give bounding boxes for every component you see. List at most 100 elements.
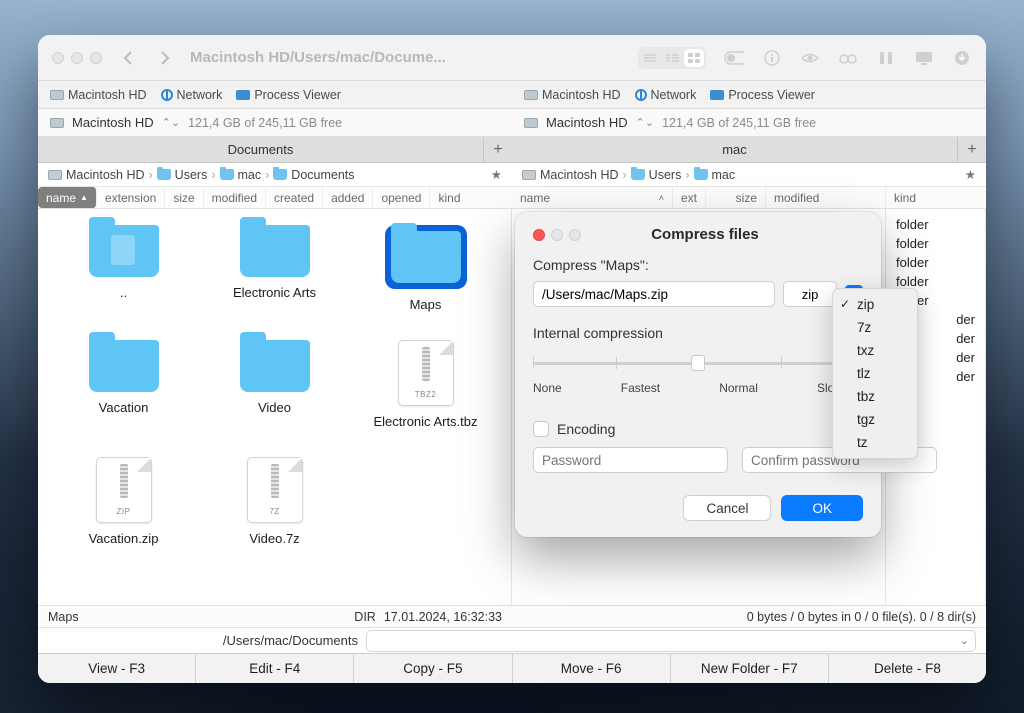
forward-button[interactable] — [152, 45, 178, 71]
right-pane[interactable]: folderfolderfolder folderfolder der der … — [512, 209, 986, 605]
dialog-title: Compress files — [547, 226, 863, 243]
toggle-icon[interactable] — [724, 49, 744, 67]
tab-mac[interactable]: mac — [512, 137, 958, 162]
menu-item-txz[interactable]: txz — [833, 339, 917, 362]
free-space: 121,4 GB of 245,11 GB free — [188, 116, 342, 130]
breadcrumb-left[interactable]: Macintosh HD› Users› mac› Documents ★ — [38, 163, 512, 186]
col-kind[interactable]: kind — [430, 187, 468, 208]
col-ext[interactable]: ext — [673, 187, 706, 208]
new-tab-button[interactable]: + — [484, 137, 512, 162]
current-path: /Users/mac/Documents — [48, 633, 358, 648]
col-name[interactable]: name˄ — [512, 187, 673, 208]
col-opened[interactable]: opened — [373, 187, 430, 208]
chevron-updown-icon[interactable]: ⌃⌄ — [162, 116, 180, 129]
minimize-window[interactable] — [71, 52, 83, 64]
close-window[interactable] — [52, 52, 64, 64]
menu-item-tlz[interactable]: tlz — [833, 362, 917, 385]
volume-bar: Macintosh HD ⌃⌄ 121,4 GB of 245,11 GB fr… — [38, 109, 986, 137]
new-tab-button[interactable]: + — [958, 137, 986, 162]
fav-macintosh-hd[interactable]: Macintosh HD — [524, 88, 621, 102]
chevron-updown-icon[interactable]: ⌃⌄ — [636, 116, 654, 129]
folder-icon — [240, 225, 310, 277]
slider-thumb[interactable] — [691, 355, 705, 371]
drive-icon — [524, 90, 538, 100]
menu-item-tz[interactable]: tz — [833, 431, 917, 454]
star-icon[interactable]: ★ — [965, 167, 976, 182]
back-button[interactable] — [114, 45, 140, 71]
ok-button[interactable]: OK — [781, 495, 863, 521]
col-size[interactable]: size — [706, 187, 766, 208]
archive-icon: 7Z — [247, 457, 303, 523]
monitor-icon — [236, 90, 250, 100]
breadcrumb-right[interactable]: Macintosh HD› Users› mac ★ — [512, 163, 986, 186]
item-vacation[interactable]: Vacation — [48, 340, 199, 429]
col-added[interactable]: added — [323, 187, 373, 208]
free-space: 121,4 GB of 245,11 GB free — [662, 116, 816, 130]
binoculars-icon[interactable] — [838, 49, 858, 67]
fav-network[interactable]: Network — [161, 88, 223, 102]
columns-icon[interactable] — [876, 49, 896, 67]
drive-icon — [50, 90, 64, 100]
panes: .. Electronic Arts Maps Vacation Video T… — [38, 209, 986, 605]
tab-bar: Documents + mac + — [38, 137, 986, 163]
fav-macintosh-hd[interactable]: Macintosh HD — [50, 88, 147, 102]
star-icon[interactable]: ★ — [491, 167, 502, 182]
column-headers: name▲ extension size modified created ad… — [38, 187, 986, 209]
item-video[interactable]: Video — [199, 340, 350, 429]
item-maps-selected[interactable]: Maps — [350, 225, 501, 312]
col-modified[interactable]: modified — [766, 187, 886, 208]
fav-process-viewer[interactable]: Process Viewer — [710, 88, 815, 102]
fn-new-folder[interactable]: New Folder - F7 — [671, 654, 829, 683]
col-size[interactable]: size — [165, 187, 203, 208]
fn-move[interactable]: Move - F6 — [513, 654, 671, 683]
col-created[interactable]: created — [266, 187, 323, 208]
selection-type: DIR — [354, 610, 376, 624]
drive-icon — [524, 118, 538, 128]
path-combo[interactable]: ⌄ — [366, 630, 976, 652]
view-mode-segment[interactable] — [638, 47, 706, 69]
download-icon[interactable] — [952, 49, 972, 67]
fn-view[interactable]: View - F3 — [38, 654, 196, 683]
volume-name: Macintosh HD — [546, 115, 628, 130]
format-select[interactable]: zip — [783, 281, 837, 307]
zoom-window[interactable] — [90, 52, 102, 64]
item-electronic-arts[interactable]: Electronic Arts — [199, 225, 350, 312]
password-input[interactable] — [533, 447, 728, 473]
network-icon — [635, 89, 647, 101]
left-pane[interactable]: .. Electronic Arts Maps Vacation Video T… — [38, 209, 512, 605]
volume-name: Macintosh HD — [72, 115, 154, 130]
path-bar: /Users/mac/Documents ⌄ — [38, 627, 986, 653]
compression-slider[interactable] — [533, 351, 863, 375]
col-extension[interactable]: extension — [97, 187, 165, 208]
display-icon[interactable] — [914, 49, 934, 67]
fav-network[interactable]: Network — [635, 88, 697, 102]
output-path-input[interactable] — [533, 281, 775, 307]
fn-delete[interactable]: Delete - F8 — [829, 654, 986, 683]
folder-icon — [273, 169, 287, 180]
menu-item-tbz[interactable]: tbz — [833, 385, 917, 408]
folder-icon — [391, 231, 461, 283]
item-vacation-zip[interactable]: ZIPVacation.zip — [48, 457, 199, 546]
close-dialog[interactable] — [533, 229, 545, 241]
encoding-checkbox[interactable] — [533, 421, 549, 437]
cancel-button[interactable]: Cancel — [683, 495, 771, 521]
col-name[interactable]: name▲ — [38, 187, 97, 208]
fn-copy[interactable]: Copy - F5 — [354, 654, 512, 683]
titlebar: Macintosh HD/Users/mac/Docume... — [38, 35, 986, 81]
menu-item-7z[interactable]: 7z — [833, 316, 917, 339]
item-video-7z[interactable]: 7ZVideo.7z — [199, 457, 350, 546]
info-icon[interactable] — [762, 49, 782, 67]
folder-icon — [89, 340, 159, 392]
menu-item-tgz[interactable]: tgz — [833, 408, 917, 431]
fav-process-viewer[interactable]: Process Viewer — [236, 88, 341, 102]
item-ea-tbz[interactable]: TBZ2Electronic Arts.tbz — [350, 340, 501, 429]
fn-edit[interactable]: Edit - F4 — [196, 654, 354, 683]
app-window: Macintosh HD/Users/mac/Docume... Macinto… — [38, 35, 986, 683]
icon-view-button — [684, 49, 704, 67]
col-modified[interactable]: modified — [204, 187, 266, 208]
quicklook-icon[interactable] — [800, 49, 820, 67]
tab-documents[interactable]: Documents — [38, 137, 484, 162]
item-parent[interactable]: .. — [48, 225, 199, 312]
menu-item-zip[interactable]: zip — [833, 293, 917, 316]
col-kind[interactable]: kind — [886, 187, 986, 208]
